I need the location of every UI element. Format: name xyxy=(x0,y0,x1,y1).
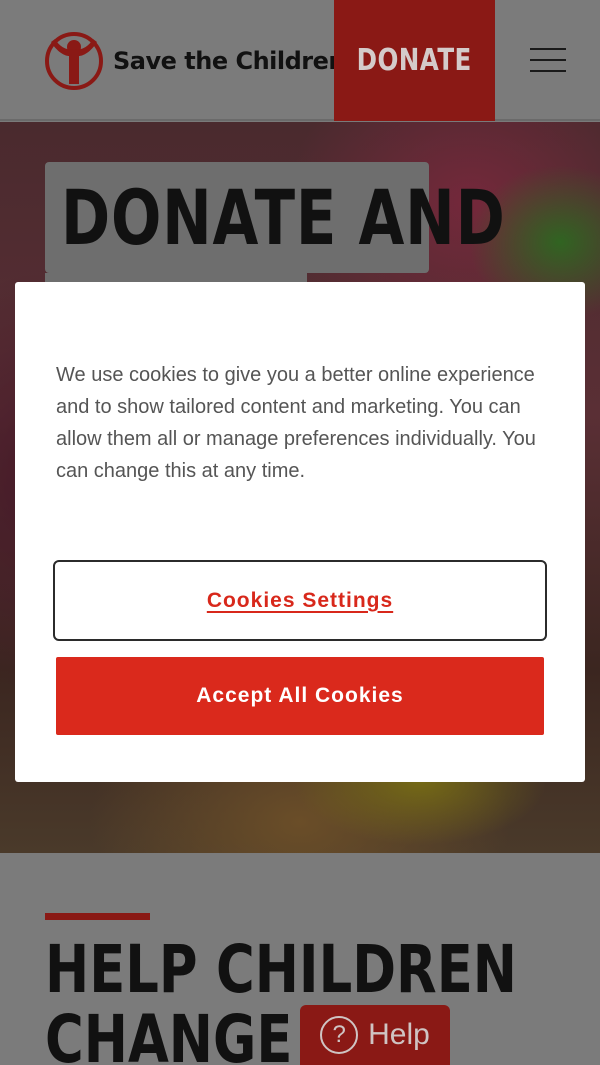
donate-button-label: DONATE xyxy=(356,43,473,78)
site-header: Save the Children DONATE xyxy=(0,0,600,121)
help-widget-button[interactable]: ? Help xyxy=(300,1005,450,1065)
cookies-settings-button[interactable]: Cookies Settings xyxy=(53,560,547,641)
accept-all-cookies-button[interactable]: Accept All Cookies xyxy=(56,657,544,735)
help-label: Help xyxy=(368,1018,430,1051)
donate-button[interactable]: DONATE xyxy=(334,0,495,121)
logo-text: Save the Children xyxy=(113,47,345,75)
site-logo[interactable]: Save the Children xyxy=(45,30,345,92)
section-title-line-1: HELP CHILDREN xyxy=(45,931,517,1008)
cookie-consent-dialog: We use cookies to give you a better onli… xyxy=(15,282,585,782)
hamburger-icon[interactable] xyxy=(530,48,566,72)
hero-title-box: DONATE AND xyxy=(45,162,505,273)
cookie-message: We use cookies to give you a better onli… xyxy=(56,364,536,482)
question-circle-icon: ? xyxy=(320,1016,359,1054)
save-the-children-logo-icon xyxy=(45,32,103,90)
hero-title: DONATE AND xyxy=(61,173,506,262)
section-accent-bar xyxy=(45,913,150,920)
